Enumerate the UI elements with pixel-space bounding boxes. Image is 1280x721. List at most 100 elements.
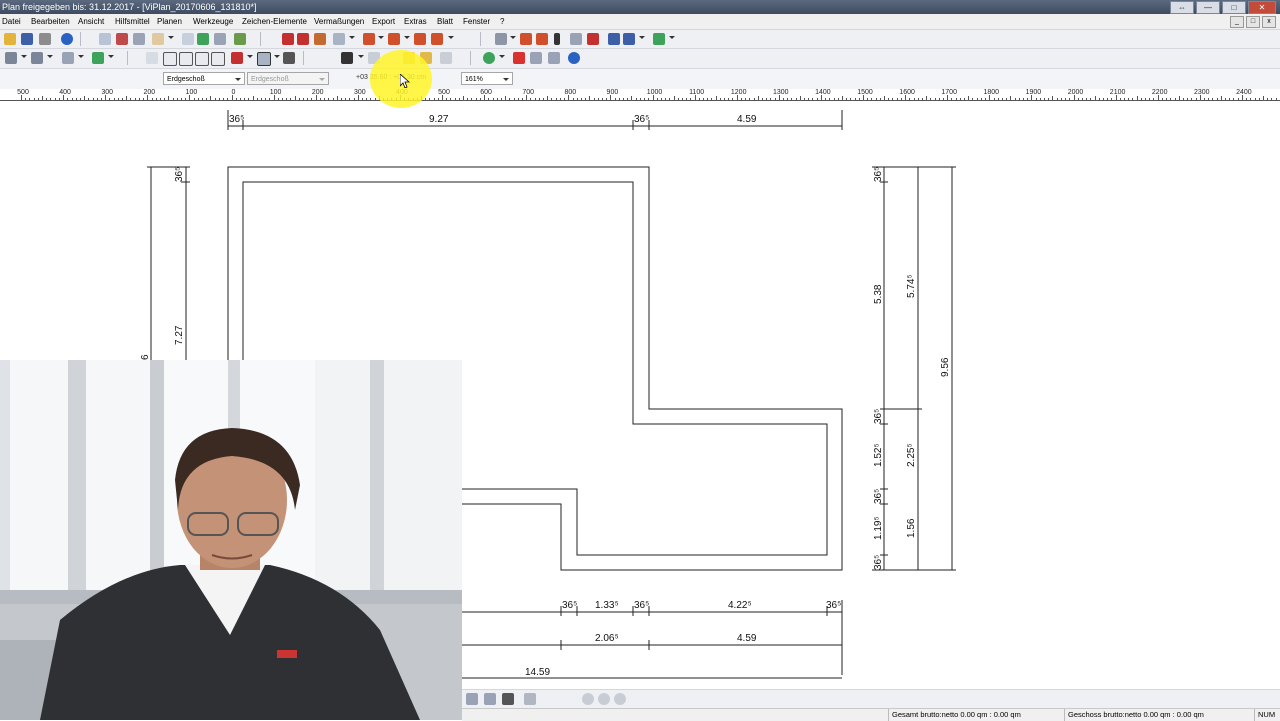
height-icon[interactable] (536, 33, 548, 45)
print-icon[interactable] (39, 33, 51, 45)
chart-icon[interactable] (234, 33, 246, 45)
menu-blatt[interactable]: Blatt (437, 17, 453, 26)
wall-b-icon[interactable] (179, 52, 193, 66)
snap-icon[interactable] (483, 52, 495, 64)
ruler-tick (248, 98, 249, 100)
roof-icon[interactable] (388, 33, 400, 45)
floor-select[interactable]: Erdgeschoß (163, 72, 245, 85)
sheet-icon[interactable] (495, 33, 507, 45)
restore-layout-button[interactable]: ⇔ (1170, 1, 1194, 14)
grid-icon[interactable] (146, 52, 158, 64)
hatch-icon[interactable] (587, 33, 599, 45)
open-icon[interactable] (4, 33, 16, 45)
3d-icon[interactable] (608, 33, 620, 45)
curve-tool-icon[interactable] (614, 693, 626, 705)
zoom-window-icon[interactable] (116, 33, 128, 45)
select-icon[interactable] (257, 52, 271, 66)
text-icon[interactable] (554, 33, 560, 45)
ruler-tick (299, 98, 300, 100)
circle-tool-icon[interactable] (582, 693, 594, 705)
extend-icon[interactable] (548, 52, 560, 64)
object-icon[interactable] (431, 33, 443, 45)
zoom-select[interactable]: 161% (461, 72, 513, 85)
wall-icon[interactable] (363, 33, 375, 45)
line-icon[interactable] (333, 33, 345, 45)
menu-help[interactable]: ? (500, 17, 504, 26)
trim-icon[interactable] (530, 52, 542, 64)
edit-icon[interactable] (341, 52, 353, 64)
fill-icon[interactable] (502, 693, 514, 705)
ruler-label: 600 (480, 89, 492, 96)
light-icon[interactable] (524, 693, 536, 705)
menu-werkzeuge[interactable]: Werkzeuge (193, 17, 233, 26)
ruler-tick (84, 96, 85, 100)
menu-zeichen-elemente[interactable]: Zeichen-Elemente (242, 17, 307, 26)
ruler-label: 2300 (1194, 89, 1210, 96)
house-icon[interactable] (31, 52, 43, 64)
ruler-tick (1255, 98, 1256, 100)
close-button[interactable]: ✕ (1248, 1, 1276, 14)
euro-icon[interactable] (568, 52, 580, 64)
view-icon[interactable] (623, 33, 635, 45)
dim-bottom1-4: 4.22⁵ (728, 600, 752, 611)
ruler-tick (295, 96, 296, 100)
ruler-tick (446, 98, 447, 100)
ruler-tick (1015, 98, 1016, 100)
save-icon[interactable] (21, 33, 33, 45)
mdi-close-button[interactable]: x (1262, 16, 1276, 28)
grid-snap-icon[interactable] (197, 33, 209, 45)
minimize-button[interactable]: — (1196, 1, 1220, 14)
delete-icon[interactable] (513, 52, 525, 64)
ruler-tick (1162, 98, 1163, 100)
menu-export[interactable]: Export (372, 17, 395, 26)
menu-fenster[interactable]: Fenster (463, 17, 490, 26)
scale-icon[interactable] (440, 52, 452, 64)
paint-icon[interactable] (283, 52, 295, 64)
ruler-tick (1044, 98, 1045, 100)
menu-extras[interactable]: Extras (404, 17, 427, 26)
ruler-tick (320, 98, 321, 100)
arc-icon[interactable] (570, 33, 582, 45)
ruler-tick (105, 95, 106, 100)
stairs-icon[interactable] (414, 33, 426, 45)
ruler-tick (690, 98, 691, 100)
zoom-out-icon[interactable] (133, 33, 145, 45)
layer-icon[interactable] (214, 33, 226, 45)
mdi-restore-button[interactable]: □ (1246, 16, 1260, 28)
floor-select-secondary[interactable]: Erdgeschoß (247, 72, 329, 85)
ruler-tick (206, 98, 207, 100)
dxf-export-icon[interactable] (297, 33, 309, 45)
pdf-export-icon[interactable] (282, 33, 294, 45)
wall-w-icon[interactable] (163, 52, 177, 66)
ruler-tick (766, 98, 767, 100)
ruler-tick (859, 98, 860, 100)
mdi-minimize-button[interactable]: _ (1230, 16, 1244, 28)
menu-planen[interactable]: Planen (157, 17, 182, 26)
menu-vermassungen[interactable]: Vermaßungen (314, 17, 364, 26)
pan-hand-icon[interactable] (152, 33, 164, 45)
plan-icon[interactable] (62, 52, 74, 64)
menu-hilfsmittel[interactable]: Hilfsmittel (115, 17, 150, 26)
measure-icon[interactable] (520, 33, 532, 45)
ellipse-tool-icon[interactable] (598, 693, 610, 705)
maximize-button[interactable]: □ (1222, 1, 1246, 14)
measure-tool-icon[interactable] (484, 693, 496, 705)
home-icon[interactable] (5, 52, 17, 64)
check-icon[interactable] (231, 52, 243, 64)
tool-icon[interactable] (314, 33, 326, 45)
garden-icon[interactable] (92, 52, 104, 64)
ruler-label: 1900 (1026, 89, 1042, 96)
page-icon[interactable] (99, 33, 111, 45)
copy-icon[interactable] (182, 33, 194, 45)
wall-s-icon[interactable] (195, 52, 209, 66)
menu-datei[interactable]: Datei (2, 17, 21, 26)
ruler-tick (981, 98, 982, 100)
ruler-tick (812, 98, 813, 100)
info-icon[interactable] (61, 33, 73, 45)
wall-p-icon[interactable] (211, 52, 225, 66)
render-icon[interactable] (653, 33, 665, 45)
menu-ansicht[interactable]: Ansicht (78, 17, 104, 26)
snap-settings-icon[interactable] (466, 693, 478, 705)
menu-bearbeiten[interactable]: Bearbeiten (31, 17, 70, 26)
ruler-tick (345, 98, 346, 100)
